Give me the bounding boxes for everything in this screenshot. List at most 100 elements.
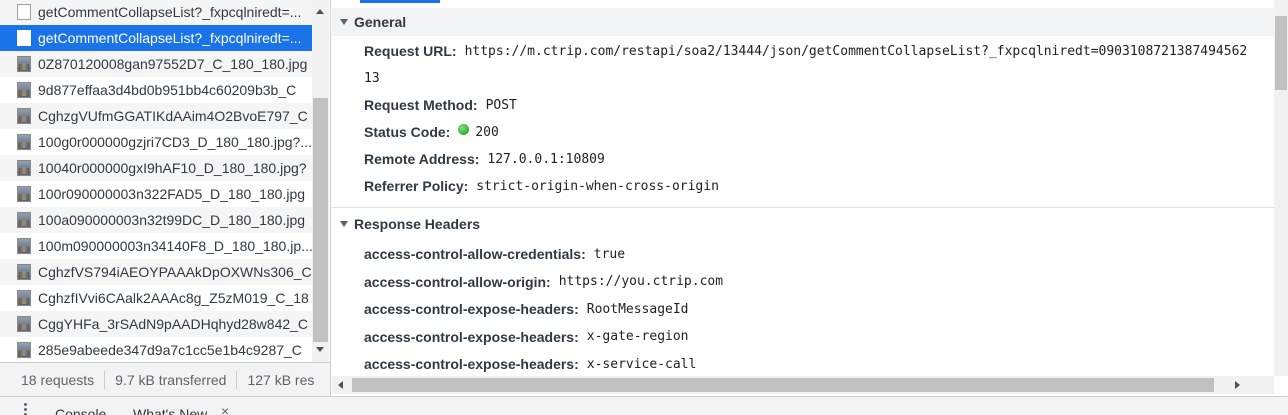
collapse-triangle-icon[interactable] [340, 221, 348, 227]
image-thumbnail-icon [17, 264, 31, 280]
request-url-row: Request URL: https://m.ctrip.com/restapi… [364, 40, 1247, 62]
section-title: Response Headers [354, 216, 481, 232]
image-thumbnail-icon [17, 290, 31, 306]
network-summary-bar: 18 requests 9.7 kB transferred 127 kB re… [0, 362, 331, 396]
image-thumbnail-icon [17, 212, 31, 228]
scroll-down-arrow-icon[interactable] [316, 347, 324, 352]
request-name: CghzfVS794iAEOYPAAAkDpOXWNs306_C [38, 264, 312, 280]
request-row[interactable]: CggYHFa_3rSAdN9pAADHqhyd28w842_C [0, 311, 312, 337]
request-method-value: POST [485, 97, 517, 113]
request-row[interactable]: getCommentCollapseList?_fxpcqlniredt=... [0, 25, 312, 51]
request-name: 10040r000000gxI9hAF10_D_180_180.jpg? [38, 160, 307, 176]
request-method-key: Request Method: [364, 97, 478, 113]
header-value: x-service-call [586, 356, 697, 372]
status-code-key: Status Code: [364, 124, 451, 140]
tab-whats-new[interactable]: What's New [133, 406, 207, 415]
request-name: 0Z870120008gan97552D7_C_180_180.jpg [38, 56, 308, 72]
request-name: getCommentCollapseList?_fxpcqlniredt=... [38, 30, 302, 46]
divider [236, 370, 238, 389]
document-icon [17, 30, 31, 46]
response-header-row: access-control-allow-credentials: true [364, 243, 625, 265]
section-title: General [354, 14, 407, 30]
request-row[interactable]: 100m090000003n34140F8_D_180_180.jp... [0, 233, 312, 259]
scrollbar-thumb[interactable] [313, 98, 328, 342]
header-key: access-control-allow-origin: [364, 273, 551, 290]
status-ok-icon [458, 123, 470, 135]
image-thumbnail-icon [17, 108, 31, 124]
referrer-policy-value: strict-origin-when-cross-origin [476, 178, 719, 194]
request-row[interactable]: 100g0r000000gzjri7CD3_D_180_180.jpg?... [0, 129, 312, 155]
scroll-left-arrow-icon[interactable] [338, 381, 343, 389]
image-thumbnail-icon [17, 56, 31, 72]
scroll-right-arrow-icon[interactable] [1235, 381, 1240, 389]
collapse-triangle-icon[interactable] [340, 19, 348, 25]
request-url-value-cont: 13 [364, 70, 380, 86]
headers-vertical-scrollbar[interactable] [1274, 0, 1288, 376]
close-icon[interactable]: × [221, 403, 229, 415]
header-value: x-gate-region [586, 329, 689, 344]
request-row[interactable]: 0Z870120008gan97552D7_C_180_180.jpg [0, 51, 312, 77]
remote-address-key: Remote Address: [364, 151, 480, 167]
document-icon [17, 4, 31, 20]
request-row[interactable]: 285e9abeede347d9a7c1cc5e1b4c9287_C [0, 337, 312, 362]
request-row[interactable]: 9d877effaa3d4bd0b951bb4c60209b3b_C [0, 77, 312, 103]
header-value: RootMessageId [586, 301, 689, 317]
headers-horizontal-scrollbar[interactable] [332, 376, 1274, 394]
section-divider [332, 207, 1274, 208]
image-thumbnail-icon [17, 82, 31, 98]
request-row[interactable]: getCommentCollapseList?_fxpcqlniredt=... [0, 0, 312, 25]
active-tab-indicator [360, 0, 440, 3]
referrer-policy-key: Referrer Policy: [364, 178, 469, 194]
remote-address-value: 127.0.0.1:10809 [487, 151, 605, 167]
request-row[interactable]: CghzgVUfmGGATIKdAAim4O2BvoE797_C [0, 103, 312, 129]
image-thumbnail-icon [17, 238, 31, 254]
more-options-icon[interactable] [24, 403, 28, 415]
transferred-size: 9.7 kB transferred [115, 371, 227, 388]
request-url-continued: 13 [364, 67, 380, 89]
scrollbar-thumb[interactable] [352, 378, 1214, 392]
divider [104, 370, 106, 389]
scroll-up-arrow-icon[interactable] [316, 9, 324, 14]
status-code-row: Status Code: 200 [364, 121, 499, 143]
header-key: access-control-expose-headers: [364, 301, 579, 317]
response-header-row: access-control-expose-headers: x-gate-reg… [364, 326, 689, 348]
header-value: https://you.ctrip.com [558, 274, 724, 289]
tab-console[interactable]: Console [55, 406, 106, 415]
response-header-row: access-control-expose-headers: RootMessag… [364, 298, 689, 320]
image-thumbnail-icon [17, 160, 31, 176]
request-list: getCommentCollapseList?_fxpcqlniredt=...… [0, 0, 331, 362]
status-code-value: 200 [475, 124, 499, 140]
image-thumbnail-icon [17, 186, 31, 202]
request-name: 100a090000003n32t99DC_D_180_180.jpg [38, 212, 306, 228]
request-row[interactable]: 100a090000003n32t99DC_D_180_180.jpg [0, 207, 312, 233]
requests-count: 18 requests [21, 371, 95, 388]
request-method-row: Request Method: POST [364, 94, 517, 116]
scrollbar-thumb[interactable] [1275, 16, 1287, 90]
request-row[interactable]: CghzfIVvi6CAalk2AAAc8g_Z5zM019_C_18 [0, 285, 312, 311]
request-list-scrollbar[interactable] [312, 0, 329, 362]
request-name: getCommentCollapseList?_fxpcqlniredt=... [38, 4, 302, 20]
request-name: CggYHFa_3rSAdN9pAADHqhyd28w842_C [38, 316, 309, 332]
request-row[interactable]: 10040r000000gxI9hAF10_D_180_180.jpg? [0, 155, 312, 181]
request-url-key: Request URL: [364, 43, 457, 59]
request-name: 100g0r000000gzjri7CD3_D_180_180.jpg?... [38, 134, 312, 150]
header-key: access-control-expose-headers: [364, 328, 579, 345]
request-name: 100r090000003n322FAD5_D_180_180.jpg [38, 186, 306, 202]
response-header-row: access-control-allow-origin: https://you.… [364, 271, 723, 293]
request-name: CghzfIVvi6CAalk2AAAc8g_Z5zM019_C_18 [38, 290, 309, 306]
header-key: access-control-allow-credentials: [364, 246, 586, 262]
request-name: 100m090000003n34140F8_D_180_180.jp... [38, 238, 312, 254]
general-section-header[interactable]: General [332, 8, 1274, 36]
image-thumbnail-icon [17, 316, 31, 332]
drawer-tab-bar: Console What's New × [0, 396, 1288, 415]
request-row[interactable]: 100r090000003n322FAD5_D_180_180.jpg [0, 181, 312, 207]
response-header-row: access-control-expose-headers: x-service-… [364, 353, 696, 375]
request-name: CghzgVUfmGGATIKdAAim4O2BvoE797_C [38, 108, 308, 124]
image-thumbnail-icon [17, 342, 31, 358]
headers-panel: General Request URL: https://m.ctrip.com… [332, 0, 1288, 396]
header-key: access-control-expose-headers: [364, 356, 579, 372]
image-thumbnail-icon [17, 134, 31, 150]
response-headers-section-header[interactable]: Response Headers [332, 210, 1274, 238]
request-name: 9d877effaa3d4bd0b951bb4c60209b3b_C [38, 82, 297, 98]
request-row[interactable]: CghzfVS794iAEOYPAAAkDpOXWNs306_C [0, 259, 312, 285]
